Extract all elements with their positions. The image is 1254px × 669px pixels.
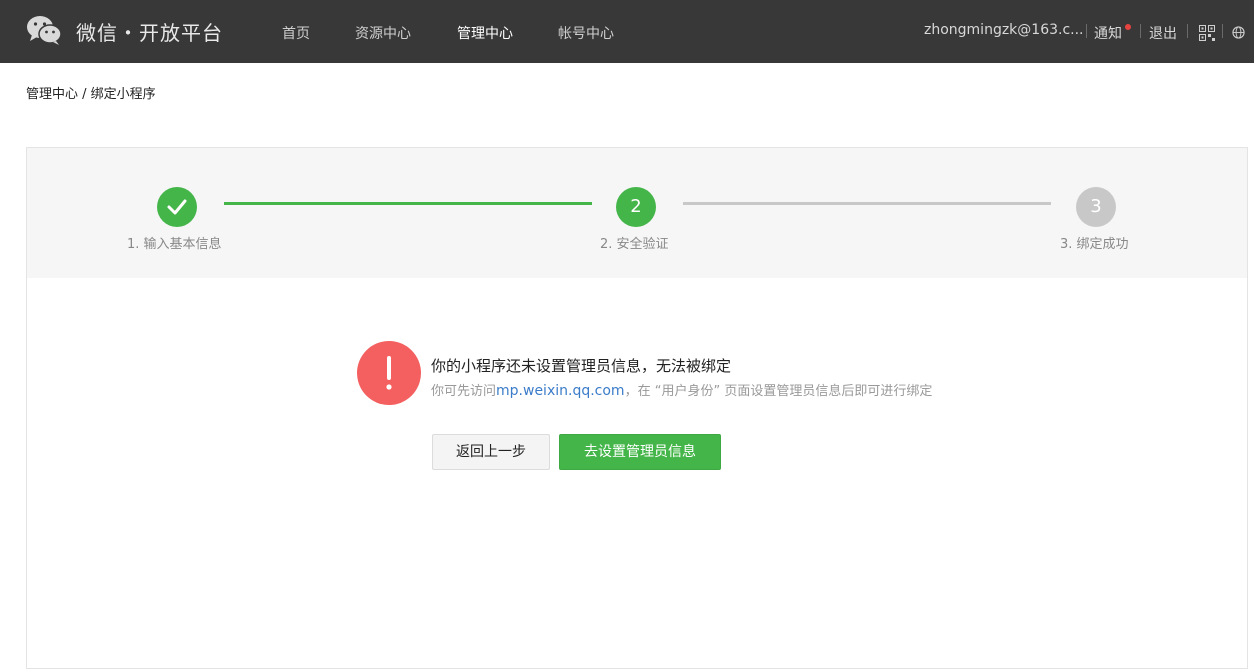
wechat-logo-icon — [27, 16, 62, 45]
nav-management[interactable]: 管理中心 — [457, 23, 513, 43]
divider — [1140, 24, 1141, 38]
check-icon — [167, 199, 187, 215]
divider — [1086, 24, 1087, 38]
breadcrumb: 管理中心 / 绑定小程序 — [26, 87, 156, 102]
step-3-pending: 3 — [1076, 187, 1116, 227]
divider — [1187, 24, 1188, 38]
step-3-label: 3. 绑定成功 — [1060, 237, 1129, 252]
logout-link[interactable]: 退出 — [1149, 23, 1177, 43]
notification-dot-icon — [1125, 24, 1131, 30]
nav-home[interactable]: 首页 — [282, 23, 310, 43]
desc-suffix: ，在 “用户身份” 页面设置管理员信息后即可进行绑定 — [624, 384, 933, 399]
step-2-current: 2 — [616, 187, 656, 227]
back-button[interactable]: 返回上一步 — [432, 434, 550, 470]
error-description: 你可先访问mp.weixin.qq.com，在 “用户身份” 页面设置管理员信息… — [431, 380, 932, 399]
qrcode-icon[interactable] — [1199, 25, 1215, 41]
top-navbar: 微信・开放平台 首页 资源中心 管理中心 帐号中心 zhongmingzk@16… — [0, 0, 1254, 63]
globe-icon[interactable] — [1232, 26, 1245, 39]
step-1-complete — [157, 187, 197, 227]
step-1-label: 1. 输入基本信息 — [127, 237, 222, 252]
nav-resources[interactable]: 资源中心 — [355, 23, 411, 43]
brand-title: 微信・开放平台 — [76, 21, 223, 45]
step-2-label: 2. 安全验证 — [600, 237, 669, 252]
step-connector-pending — [683, 202, 1051, 205]
desc-prefix: 你可先访问 — [431, 384, 497, 399]
set-admin-button[interactable]: 去设置管理员信息 — [559, 434, 721, 470]
error-title: 你的小程序还未设置管理员信息，无法被绑定 — [431, 357, 732, 375]
mp-weixin-link[interactable]: mp.weixin.qq.com — [496, 383, 625, 399]
divider — [1222, 24, 1223, 38]
step-progress: 2 3 1. 输入基本信息 2. 安全验证 3. 绑定成功 — [27, 148, 1247, 278]
bind-panel: 2 3 1. 输入基本信息 2. 安全验证 3. 绑定成功 你的小程序还未设置管… — [26, 147, 1248, 669]
user-account[interactable]: zhongmingzk@163.c... — [924, 22, 1084, 38]
nav-account[interactable]: 帐号中心 — [558, 23, 614, 43]
step-connector-done — [224, 202, 592, 205]
notify-link[interactable]: 通知 — [1094, 23, 1122, 43]
warning-icon — [357, 341, 421, 405]
